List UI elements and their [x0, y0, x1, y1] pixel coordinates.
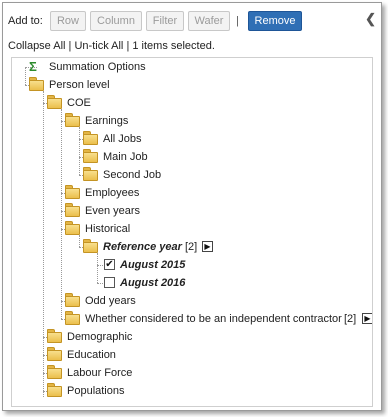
add-to-row-button[interactable]: Row — [50, 11, 86, 31]
folder-icon — [83, 239, 98, 253]
tree-node-summation-options[interactable]: Σ Summation Options — [12, 58, 372, 76]
tree-node-label: Earnings — [85, 115, 129, 127]
folder-icon — [83, 131, 98, 145]
add-to-filter-button[interactable]: Filter — [146, 11, 184, 31]
toolbar: Add to: Row Column Filter Wafer | Remove — [6, 11, 376, 31]
tree-node-label: Person level — [49, 79, 110, 91]
tree-node-label: Second Job — [103, 169, 162, 181]
tree-node-main-job[interactable]: Main Job — [12, 148, 372, 166]
tree-node-label: Education — [67, 349, 116, 361]
tree-node-even-years[interactable]: Even years — [12, 202, 372, 220]
folder-icon — [47, 329, 62, 343]
tree-node-reference-year[interactable]: Reference year [2] ▶ — [12, 238, 372, 256]
tree-node-label: Summation Options — [49, 61, 146, 73]
folder-icon — [83, 167, 98, 181]
tree-node-odd-years[interactable]: Odd years — [12, 292, 372, 310]
item-count: [2] — [185, 241, 198, 253]
tree-node-label: August 2016 — [120, 277, 186, 289]
folder-icon — [47, 95, 62, 109]
folder-icon — [47, 347, 62, 361]
folder-icon — [65, 311, 80, 325]
folder-icon — [65, 113, 80, 127]
toolbar-separator: | — [236, 15, 239, 27]
subbar-separator: | — [68, 40, 72, 52]
chevron-right-icon[interactable]: ▶ — [362, 313, 372, 324]
remove-button[interactable]: Remove — [248, 11, 302, 31]
collapse-all-link[interactable]: Collapse All — [8, 40, 65, 52]
field-selector-panel: Add to: Row Column Filter Wafer | Remove… — [2, 2, 382, 411]
tree-node-independent-contractor[interactable]: Whether considered to be an independent … — [12, 310, 372, 328]
chevron-right-icon[interactable]: ▶ — [202, 241, 213, 252]
tree-actions-bar: Collapse All | Un-tick All | 1 items sel… — [8, 40, 215, 52]
tree-node-populations[interactable]: Populations — [12, 382, 372, 400]
add-to-wafer-button[interactable]: Wafer — [188, 11, 230, 31]
tree-node-label: Main Job — [103, 151, 148, 163]
tree-node-labour-force[interactable]: Labour Force — [12, 364, 372, 382]
tree-node-label: August 2015 — [120, 259, 186, 271]
tree-node-historical[interactable]: Historical — [12, 220, 372, 238]
tree-node-earnings[interactable]: Earnings — [12, 112, 372, 130]
august-2016-checkbox[interactable] — [104, 277, 115, 288]
folder-icon — [65, 185, 80, 199]
tree-node-label: Reference year — [103, 241, 182, 253]
tree-node-label: All Jobs — [103, 133, 142, 145]
selection-status: 1 items selected. — [132, 40, 215, 52]
tree-node-person-level[interactable]: Person level — [12, 76, 372, 94]
tree-node-label: Labour Force — [67, 367, 133, 379]
chevron-left-icon[interactable]: ❮ — [365, 11, 376, 27]
folder-icon — [47, 383, 62, 397]
tree-node-label: COE — [67, 97, 91, 109]
tree-node-all-jobs[interactable]: All Jobs — [12, 130, 372, 148]
untick-all-link[interactable]: Un-tick All — [74, 40, 123, 52]
tree-node-label: Populations — [67, 385, 125, 397]
folder-icon — [83, 149, 98, 163]
tree-node-label: Historical — [85, 223, 131, 235]
subbar-separator: | — [126, 40, 130, 52]
folder-icon — [47, 365, 62, 379]
folder-icon — [65, 221, 80, 235]
tree-node-label: Demographic — [67, 331, 133, 343]
tree-node-demographic[interactable]: Demographic — [12, 328, 372, 346]
folder-icon — [65, 293, 80, 307]
sigma-icon: Σ — [29, 59, 37, 74]
tree-node-second-job[interactable]: Second Job — [12, 166, 372, 184]
tree-node-employees[interactable]: Employees — [12, 184, 372, 202]
field-tree: Σ Summation Options Person level COE Ear… — [11, 57, 373, 407]
tree-node-label: Even years — [85, 205, 141, 217]
tree-node-label: Employees — [85, 187, 140, 199]
add-to-label: Add to: — [8, 15, 43, 27]
add-to-column-button[interactable]: Column — [90, 11, 142, 31]
tree-node-august-2015[interactable]: ✔ August 2015 — [12, 256, 372, 274]
tree-node-education[interactable]: Education — [12, 346, 372, 364]
tree-node-coe[interactable]: COE — [12, 94, 372, 112]
item-count: [2] — [344, 313, 357, 325]
tree-node-label: Whether considered to be an independent … — [85, 313, 342, 325]
folder-icon — [65, 203, 80, 217]
folder-icon — [29, 77, 44, 91]
tree-node-august-2016[interactable]: August 2016 — [12, 274, 372, 292]
tree-node-label: Odd years — [85, 295, 136, 307]
august-2015-checkbox[interactable]: ✔ — [104, 259, 115, 270]
